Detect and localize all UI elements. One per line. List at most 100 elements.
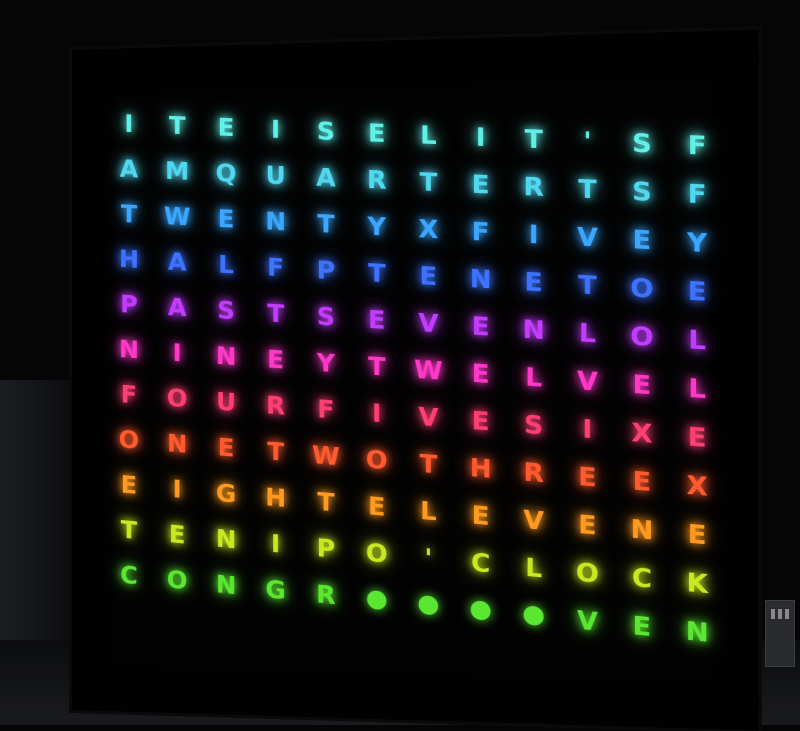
clock-letter: S — [615, 166, 670, 217]
minute-dot-icon — [524, 605, 544, 626]
clock-letter: U — [251, 151, 301, 199]
clock-letter: E — [153, 509, 202, 559]
clock-letter: E — [351, 109, 402, 158]
clock-letter: T — [251, 426, 301, 476]
clock-letter: O — [615, 262, 670, 313]
connector-pin — [778, 609, 782, 619]
clock-letter: O — [351, 527, 402, 578]
clock-letter: E — [351, 481, 402, 532]
minute-dot — [402, 579, 454, 631]
clock-letter: S — [301, 292, 352, 342]
clock-letter: N — [153, 419, 202, 468]
clock-letter: P — [301, 245, 352, 294]
clock-letter: E — [669, 508, 725, 561]
clock-letter: E — [454, 489, 507, 541]
minute-dot — [507, 589, 560, 642]
clock-letter: O — [153, 555, 202, 605]
clock-letter: Y — [301, 338, 352, 388]
clock-letter: I — [105, 100, 153, 147]
clock-letter: V — [507, 494, 560, 546]
connector-pin — [771, 609, 775, 619]
clock-letter: S — [301, 107, 352, 155]
clock-letter: W — [301, 430, 352, 480]
clock-letter: C — [105, 550, 153, 600]
clock-letter: U — [202, 377, 251, 426]
clock-letter: T — [153, 102, 202, 149]
clock-letter: E — [669, 265, 725, 317]
minute-dot-icon — [367, 589, 386, 610]
clock-letter: I — [251, 105, 301, 153]
clock-letter: T — [351, 341, 402, 391]
clock-letter — [202, 605, 251, 656]
clock-letter: M — [153, 147, 202, 195]
clock-letter: N — [202, 514, 251, 564]
clock-letter — [507, 636, 560, 689]
clock-letter: T — [507, 114, 560, 164]
clock-letter: I — [251, 518, 301, 569]
clock-letter: X — [615, 407, 670, 459]
clock-letter: N — [615, 503, 670, 556]
clock-letter: G — [251, 564, 301, 615]
clock-letter: E — [202, 423, 251, 473]
clock-letter: N — [251, 197, 301, 246]
clock-letter: R — [301, 569, 352, 620]
clock-letter: I — [507, 209, 560, 259]
clock-letter: V — [402, 391, 454, 442]
clock-letter: C — [454, 537, 507, 589]
clock-letter: T — [301, 199, 352, 248]
clock-letter: L — [507, 351, 560, 402]
clock-letter: V — [560, 212, 614, 263]
clock-letter: K — [669, 556, 725, 610]
clock-letter: I — [560, 403, 614, 455]
clock-letter: N — [202, 559, 251, 610]
clock-letter: ' — [560, 116, 614, 166]
clock-letter: I — [153, 464, 202, 514]
clock-letter — [251, 610, 301, 661]
clock-letter: C — [615, 551, 670, 604]
clock-letter: E — [615, 455, 670, 508]
clock-letter: A — [153, 238, 202, 286]
clock-letter: R — [507, 162, 560, 212]
clock-letter: P — [301, 523, 352, 574]
clock-letter: O — [105, 415, 153, 464]
clock-letter: V — [560, 594, 614, 647]
clock-letter: T — [560, 259, 614, 310]
clock-letter: E — [615, 359, 670, 411]
clock-letter: O — [351, 434, 402, 485]
clock-letter: E — [454, 348, 507, 399]
clock-letter: W — [153, 192, 202, 240]
minute-dot — [454, 584, 507, 637]
clock-letter — [153, 600, 202, 651]
clock-letter: E — [202, 195, 251, 243]
clock-letter: T — [301, 476, 352, 527]
clock-letter: L — [202, 240, 251, 289]
clock-letter: L — [507, 541, 560, 594]
clock-letter: T — [351, 248, 402, 298]
clock-letter: E — [615, 214, 670, 265]
clock-letter: E — [615, 599, 670, 653]
clock-letter: A — [153, 283, 202, 331]
clock-letter — [669, 653, 725, 708]
clock-letter — [301, 615, 352, 667]
clock-letter — [351, 620, 402, 672]
clock-letter: P — [105, 280, 153, 328]
clock-letter: E — [202, 103, 251, 151]
clock-letter: O — [153, 373, 202, 422]
clock-letter: E — [560, 498, 614, 551]
clock-letter: I — [454, 112, 507, 161]
clock-letter: E — [454, 395, 507, 446]
minute-dot-icon — [419, 594, 438, 615]
clock-letter: L — [669, 362, 725, 414]
clock-letter: F — [301, 384, 352, 434]
clock-letter: O — [615, 310, 670, 362]
clock-letter: N — [669, 605, 725, 659]
clock-letter: V — [402, 298, 454, 348]
clock-letter: R — [507, 446, 560, 498]
clock-letter: E — [251, 335, 301, 384]
clock-letter: Y — [351, 202, 402, 251]
clock-letter: I — [351, 388, 402, 439]
clock-letter: N — [202, 331, 251, 380]
clock-letter: F — [669, 120, 725, 171]
clock-letter: F — [251, 243, 301, 292]
clock-letter: F — [669, 168, 725, 219]
